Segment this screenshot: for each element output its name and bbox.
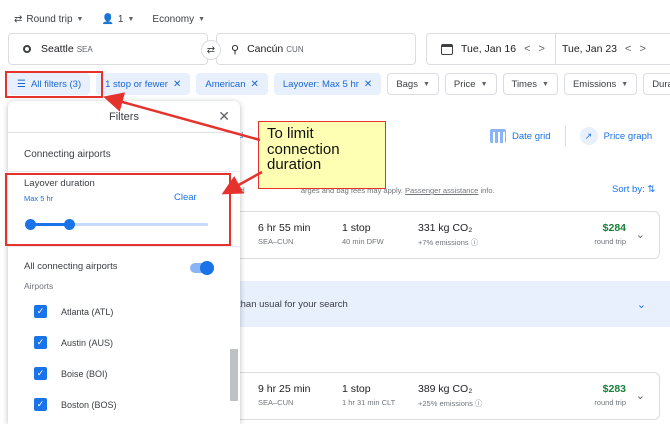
annotation-arrow-to-filters bbox=[103, 92, 261, 142]
swap-locations-button[interactable]: ⇄ bbox=[201, 40, 221, 60]
annotation-arrows bbox=[103, 92, 263, 195]
annotation-arrow-to-layover bbox=[221, 170, 263, 195]
